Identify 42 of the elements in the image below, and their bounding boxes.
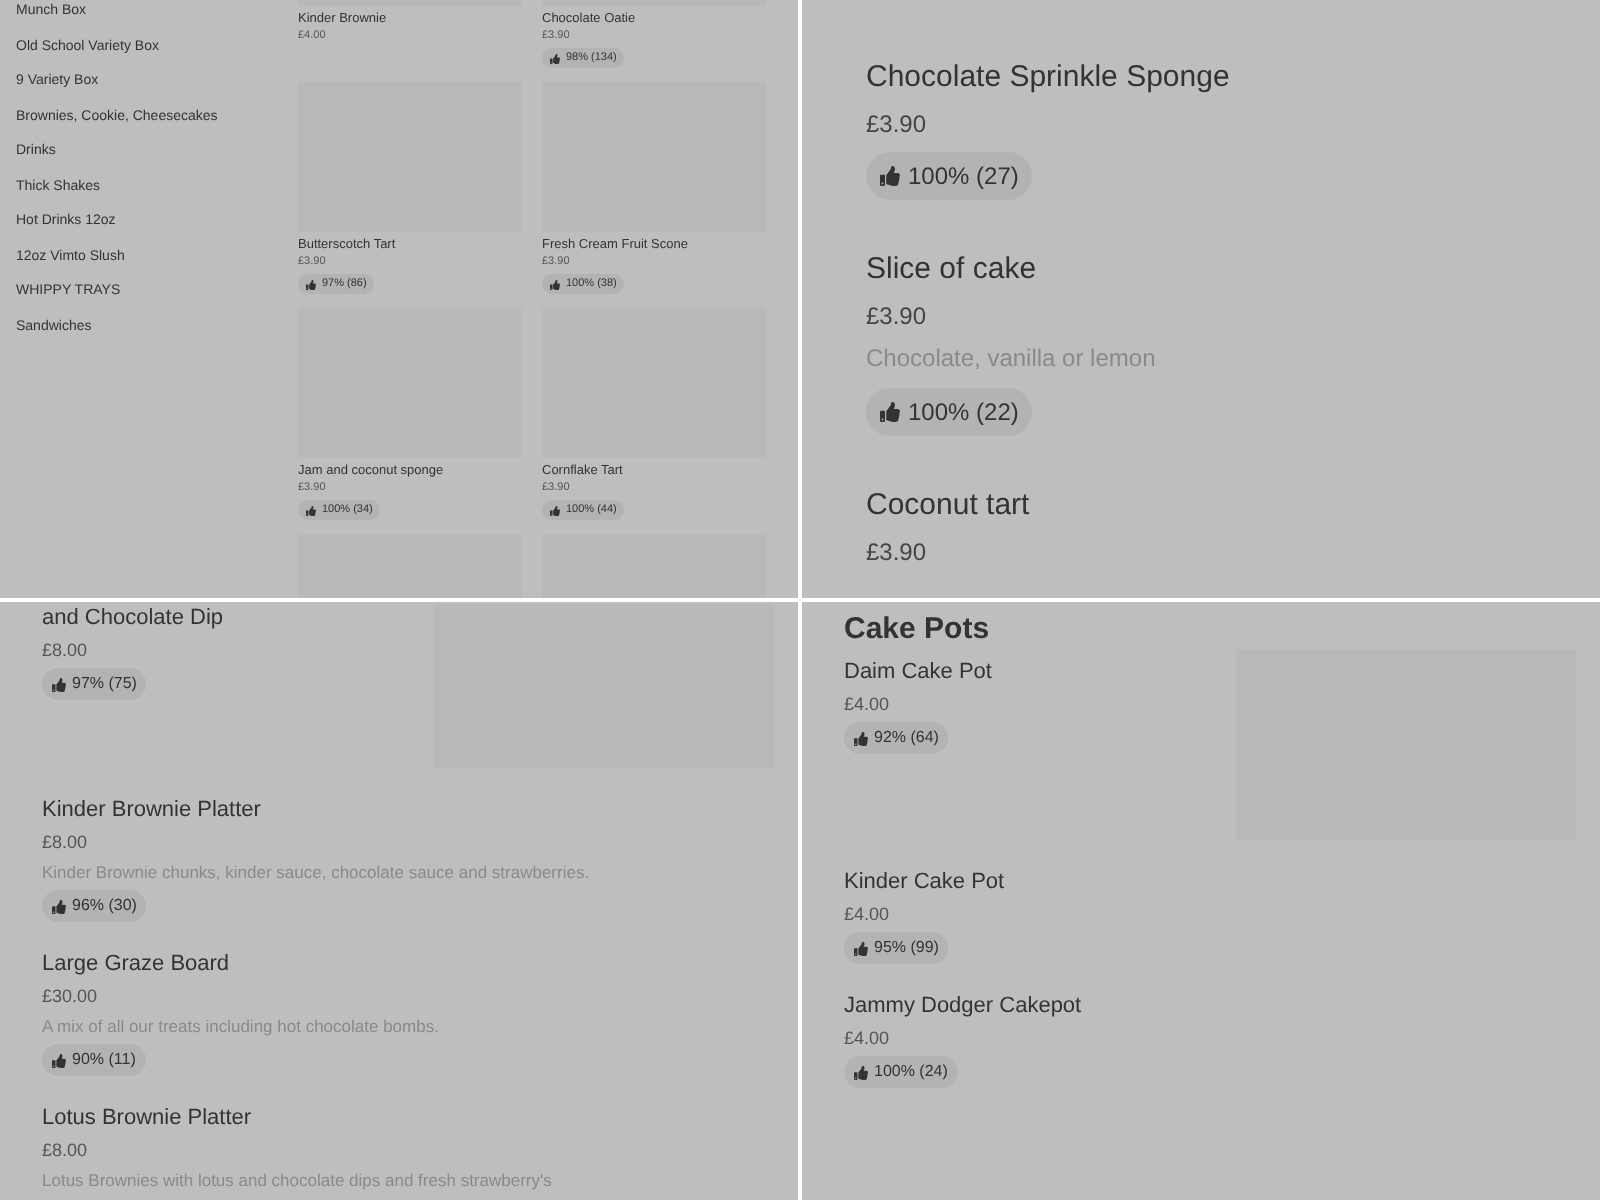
product-price: £4.00	[844, 692, 892, 716]
product-price: £4.00	[844, 902, 892, 926]
rating-badge: 97% (75)	[42, 668, 147, 700]
product-price: £3.90	[866, 108, 929, 140]
product-price: £3.90	[866, 300, 929, 332]
thumbs-up-icon	[306, 279, 316, 290]
rating-badge: 100% (22)	[866, 388, 1033, 436]
rating-badge: 92% (64)	[844, 722, 949, 754]
product-name[interactable]: and Chocolate Dip	[42, 604, 224, 632]
section-heading: Cake Pots	[844, 610, 992, 650]
thumbs-up-icon	[880, 166, 900, 186]
product-price: £3.90	[866, 536, 929, 568]
product-price: £8.00	[42, 638, 90, 662]
product-price: £8.00	[42, 830, 90, 854]
product-name[interactable]: Daim Cake Pot	[844, 658, 992, 686]
thumbs-up-icon	[550, 53, 560, 64]
product-name[interactable]: Lotus Brownie Platter	[42, 1104, 552, 1132]
thumbs-up-icon	[550, 505, 560, 516]
product-name[interactable]: Jammy Dodger Cakepot	[844, 992, 1082, 1020]
product-name[interactable]: Chocolate Sprinkle Sponge	[866, 56, 1600, 100]
thumbs-up-icon	[52, 677, 66, 691]
rating-badge: 96% (30)	[42, 890, 147, 922]
product-name[interactable]: Kinder Brownie Platter	[42, 796, 590, 824]
product-name[interactable]: Slice of cake	[866, 248, 1600, 292]
thumbs-up-icon	[52, 1053, 66, 1067]
thumbs-up-icon	[306, 505, 316, 516]
thumbs-up-icon	[880, 402, 900, 422]
rating-badge: 95% (99)	[844, 932, 949, 964]
product-name[interactable]: Kinder Cake Pot	[844, 868, 1005, 896]
rating-badge: 90% (11)	[42, 1044, 146, 1076]
thumbs-up-icon	[52, 899, 66, 913]
product-price: £30.00	[42, 984, 100, 1008]
thumbs-up-icon	[550, 279, 560, 290]
thumbs-up-icon	[854, 731, 868, 745]
rating-badge: 100% (27)	[866, 152, 1033, 200]
product-price: £4.00	[844, 1026, 892, 1050]
thumbs-up-icon	[854, 1065, 868, 1079]
product-price: £8.00	[42, 1138, 90, 1162]
rating-badge: 100% (24)	[844, 1056, 958, 1088]
product-name[interactable]: Coconut tart	[866, 484, 1600, 528]
product-name[interactable]: Large Graze Board	[42, 950, 439, 978]
thumbs-up-icon	[854, 941, 868, 955]
